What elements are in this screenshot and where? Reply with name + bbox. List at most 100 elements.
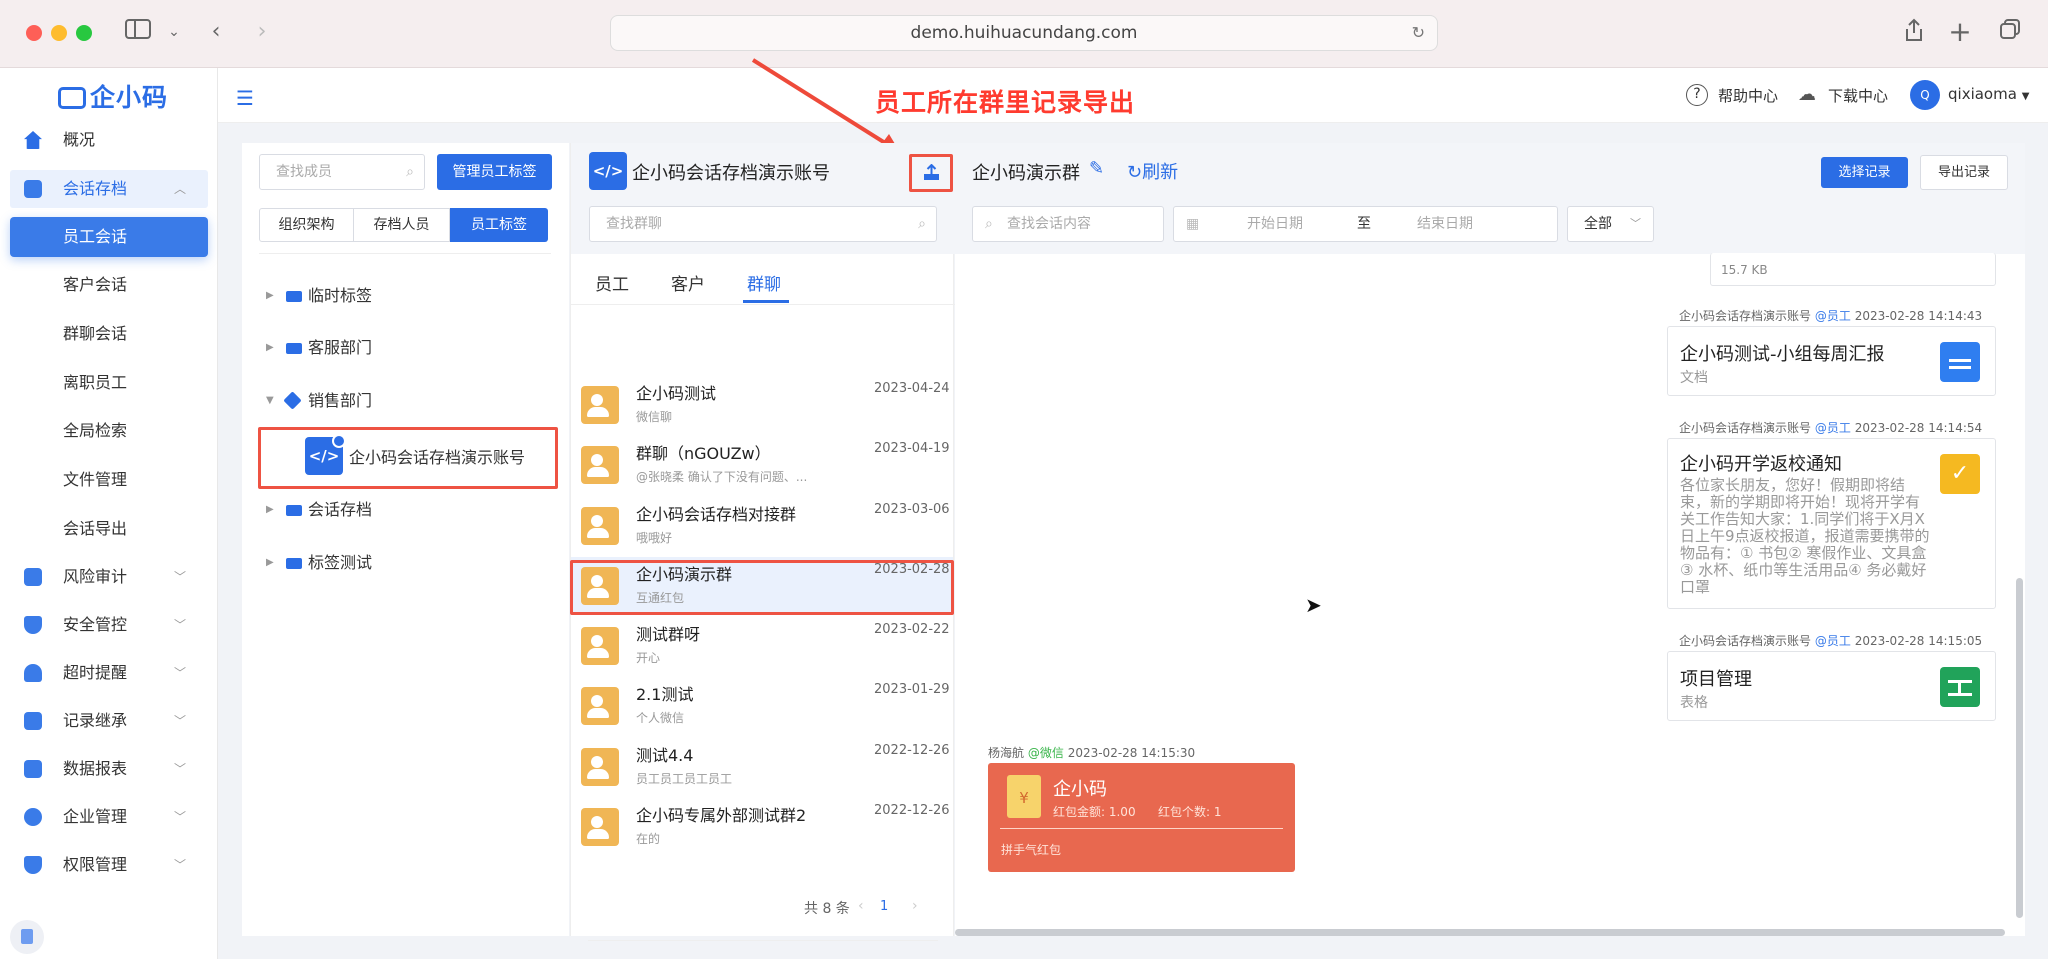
tag-icon <box>286 343 302 354</box>
member-search-input[interactable]: 查找成员 ⌕ <box>259 154 425 190</box>
group-date: 2022-12-26 <box>874 743 950 758</box>
red-packet-card[interactable]: ¥ 企小码 红包金额: 1.00 红包个数: 1 拼手气红包 <box>988 763 1295 872</box>
browser-toolbar: ⌄ ‹ › demo.huihuacundang.com ↻ + <box>0 0 2048 68</box>
tree-item-account[interactable]: 企小码会话存档演示账号 <box>349 444 525 468</box>
tab-org[interactable]: 组织架构 <box>259 208 354 242</box>
sidebar-item-archive[interactable]: 会话存档 ︿ <box>10 170 208 208</box>
group-name: 2.1测试 <box>636 685 694 704</box>
tab-employee-tags[interactable]: 员工标签 <box>450 208 548 242</box>
notice-title: 企小码开学返校通知 <box>1680 454 1842 475</box>
member-panel: 查找成员 ⌕ 管理员工标签 组织架构 存档人员 员工标签 <box>242 143 569 936</box>
group-last-message: 微信聊 <box>636 410 673 424</box>
doc-float-icon[interactable] <box>10 920 44 954</box>
selected-group-highlight <box>570 560 954 615</box>
sheet-title: 项目管理 <box>1680 669 1752 690</box>
annotation-text: 员工所在群里记录导出 <box>875 88 1136 117</box>
search-icon: ⌕ <box>985 216 993 232</box>
group-date: 2023-04-24 <box>874 381 950 396</box>
red-packet-amount: 红包金额: 1.00 <box>1053 805 1136 819</box>
vertical-scrollbar[interactable] <box>2016 578 2023 918</box>
minimize-window-button[interactable] <box>51 25 67 41</box>
page-number[interactable]: 1 <box>880 899 888 914</box>
red-packet-count: 红包个数: 1 <box>1158 805 1222 819</box>
group-avatar-icon <box>581 748 619 786</box>
select-records-button[interactable]: 选择记录 <box>1821 157 1908 188</box>
sheet-type: 表格 <box>1680 695 1708 711</box>
tab-indicator <box>743 300 789 303</box>
reload-icon[interactable]: ↻ <box>1412 16 1425 50</box>
forward-icon[interactable]: › <box>248 18 276 46</box>
sheet-message-card[interactable]: 项目管理 表格 <box>1667 651 1996 721</box>
export-records-button[interactable]: 导出记录 <box>1920 155 2008 190</box>
tab-archived-staff[interactable]: 存档人员 <box>353 208 450 242</box>
doc-message-card[interactable]: 企小码测试-小组每周汇报 文档 <box>1667 326 1996 396</box>
sidebar-sub-employee-chat[interactable]: 员工会话 <box>10 217 208 257</box>
menu-fold-icon[interactable]: ☰ <box>236 86 254 110</box>
download-center-link[interactable]: 下载中心 <box>1828 85 1888 106</box>
refresh-button[interactable]: ↻刷新 <box>1127 158 1178 184</box>
chevron-down-icon[interactable]: ⌄ <box>160 18 188 46</box>
group-name: 企小码会话存档对接群 <box>636 505 797 524</box>
user-menu[interactable]: qixiaoma ▼ <box>1948 85 2029 103</box>
tag-icon <box>286 291 302 302</box>
spreadsheet-icon <box>1940 667 1980 707</box>
tab-groups[interactable]: 群聊 <box>747 270 781 295</box>
sidebar-item-risk[interactable]: 风险审计 ﹀ <box>10 558 208 596</box>
sidebar-item-reports[interactable]: 数据报表 ﹀ <box>10 750 208 788</box>
home-icon <box>24 131 42 149</box>
date-range-picker[interactable]: ▦ 开始日期 至 结束日期 <box>1173 206 1558 242</box>
group-avatar-icon <box>581 386 619 424</box>
end-date: 结束日期 <box>1417 216 1473 232</box>
sidebar-item-permissions[interactable]: 权限管理 ﹀ <box>10 846 208 884</box>
sidebar-toggle-icon[interactable] <box>124 18 152 46</box>
share-icon[interactable] <box>1900 18 1928 46</box>
group-avatar-icon <box>581 446 619 484</box>
group-last-message: 开心 <box>636 651 661 665</box>
group-name: 企小码专属外部测试群2 <box>636 806 807 825</box>
next-page-icon[interactable]: › <box>912 898 918 914</box>
sidebar-sub-customer-chat[interactable]: 客户会话 <box>10 265 208 305</box>
horizontal-scrollbar[interactable] <box>955 929 2005 936</box>
manage-tags-button[interactable]: 管理员工标签 <box>437 154 552 190</box>
red-packet-icon: ¥ <box>1007 775 1041 818</box>
tabs-overview-icon[interactable] <box>1996 18 2024 46</box>
sidebar-sub-global-search[interactable]: 全局检索 <box>10 411 208 451</box>
close-window-button[interactable] <box>26 25 42 41</box>
back-icon[interactable]: ‹ <box>202 18 230 46</box>
notice-message-card[interactable]: 企小码开学返校通知 各位家长朋友，您好！假期即将结束，新的学期即将开始！现将开学… <box>1667 438 1996 609</box>
chat-search-input[interactable]: ⌕ 查找会话内容 <box>972 206 1164 242</box>
url-text: demo.huihuacundang.com <box>910 23 1138 43</box>
file-message-card[interactable]: 15.7 KB <box>1710 253 1996 286</box>
sidebar-item-overview[interactable]: 概况 <box>10 121 208 159</box>
sidebar-sub-export[interactable]: 会话导出 <box>10 509 208 549</box>
group-name: 测试群呀 <box>636 625 701 644</box>
sidebar-sub-resigned[interactable]: 离职员工 <box>10 363 208 403</box>
type-filter-select[interactable]: 全部 ﹀ <box>1567 206 1654 242</box>
edit-icon[interactable]: ✎ <box>1089 158 1104 179</box>
maximize-window-button[interactable] <box>76 25 92 41</box>
sidebar-item-timeout[interactable]: 超时提醒 ﹀ <box>10 654 208 692</box>
tab-customers[interactable]: 客户 <box>671 270 705 295</box>
help-center-link[interactable]: 帮助中心 <box>1718 85 1778 106</box>
chevron-down-icon: ﹀ <box>173 714 186 728</box>
sidebar-sub-files[interactable]: 文件管理 <box>10 460 208 500</box>
bell-icon <box>24 664 42 682</box>
folder-icon <box>24 180 42 198</box>
sidebar-item-inherit[interactable]: 记录继承 ﹀ <box>10 702 208 740</box>
message-meta: 杨海航 @微信 2023-02-28 14:15:30 <box>988 746 1196 760</box>
export-group-records-button[interactable] <box>909 154 953 192</box>
group-search-input[interactable]: 查找群聊 ⌕ <box>589 206 937 242</box>
red-packet-title: 企小码 <box>1053 779 1107 800</box>
sidebar-item-security[interactable]: 安全管控 ﹀ <box>10 606 208 644</box>
prev-page-icon[interactable]: ‹ <box>858 898 864 914</box>
avatar[interactable]: Q <box>1910 80 1940 110</box>
new-tab-icon[interactable]: + <box>1946 18 1974 46</box>
address-bar[interactable]: demo.huihuacundang.com ↻ <box>610 15 1438 51</box>
sidebar-item-enterprise[interactable]: 企业管理 ﹀ <box>10 798 208 836</box>
chevron-down-icon: ﹀ <box>173 858 186 872</box>
account-title: 企小码会话存档演示账号 <box>632 163 830 184</box>
sidebar-sub-group-chat[interactable]: 群聊会话 <box>10 314 208 354</box>
tab-staff[interactable]: 员工 <box>595 270 629 295</box>
group-date: 2022-12-26 <box>874 803 950 818</box>
search-icon: ⌕ <box>406 164 414 180</box>
